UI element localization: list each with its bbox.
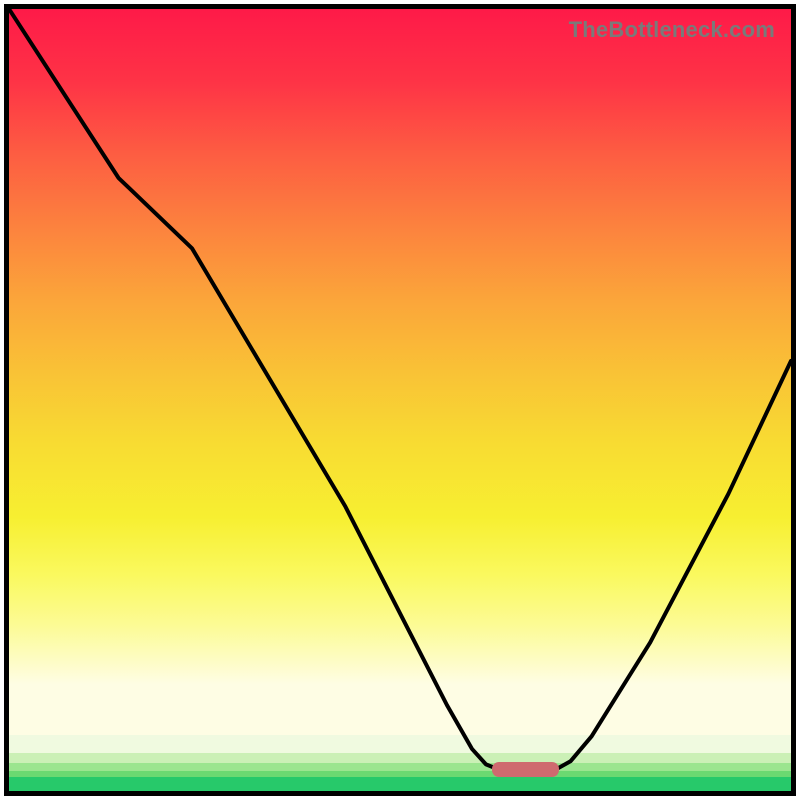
plot-area <box>9 9 791 791</box>
watermark-label: TheBottleneck.com <box>569 17 775 43</box>
chart-frame: TheBottleneck.com <box>4 4 796 796</box>
gradient-main <box>9 9 791 735</box>
optimal-range-marker <box>492 762 559 777</box>
gradient-tail <box>9 735 791 791</box>
